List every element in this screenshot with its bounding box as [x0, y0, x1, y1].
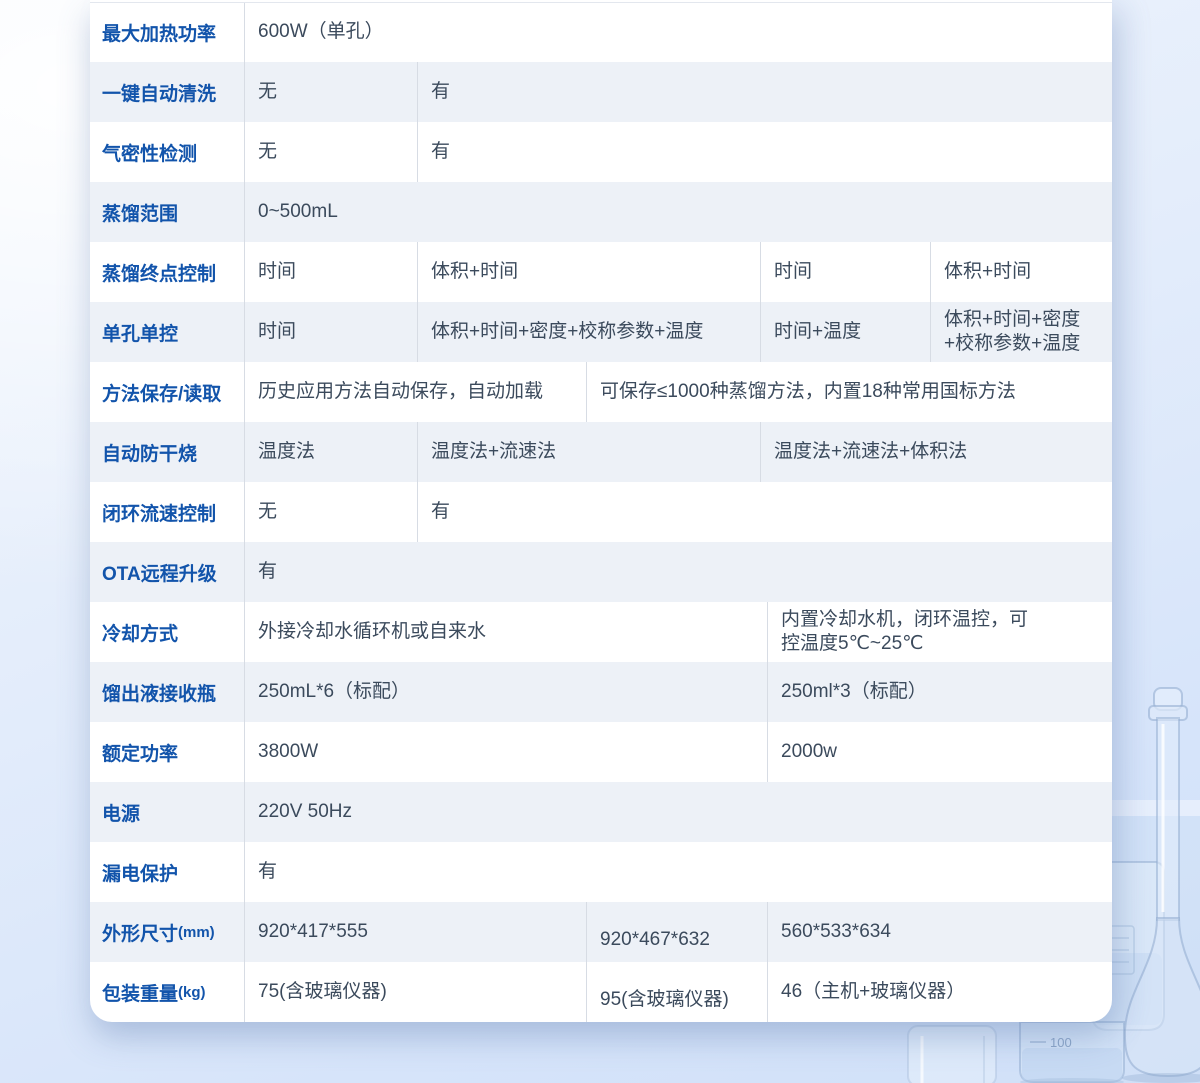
spec-value: 时间 [244, 302, 417, 362]
spec-value: 时间 [760, 242, 930, 302]
spec-value: 920*467*632 [586, 902, 767, 962]
spec-value: 3800W [244, 722, 767, 782]
spec-row-dimensions: 外形尺寸(mm) 920*417*555 920*467*632 560*533… [90, 902, 1112, 962]
spec-row-package-weight: 包装重量(kg) 75(含玻璃仪器) 95(含玻璃仪器) 46（主机+玻璃仪器） [90, 962, 1112, 1022]
spec-label: 闭环流速控制 [90, 482, 244, 542]
spec-value: 920*417*555 [244, 902, 586, 962]
spec-row-airtightness-test: 气密性检测 无 有 [90, 122, 1112, 182]
spec-label: 包装重量(kg) [90, 962, 244, 1022]
spec-row-leakage-protection: 漏电保护 有 [90, 842, 1112, 902]
spec-row-auto-clean: 一键自动清洗 无 有 [90, 62, 1112, 122]
volumetric-flask-illustration [1122, 688, 1200, 1083]
spec-label: 一键自动清洗 [90, 62, 244, 122]
spec-row-method-save-load: 方法保存/读取 历史应用方法自动保存，自动加载 可保存≤1000种蒸馏方法，内置… [90, 362, 1112, 422]
spec-value: 600W（单孔） [244, 3, 1112, 62]
backdrop-surface-shade [1108, 816, 1200, 1083]
spec-value: 46（主机+玻璃仪器） [767, 962, 1112, 1022]
spec-label: 电源 [90, 782, 244, 842]
spec-table: 最大加热功率 600W（单孔） 一键自动清洗 无 有 气密性检测 无 有 蒸馏范… [90, 0, 1112, 1022]
spec-row-dry-burn-protection: 自动防干烧 温度法 温度法+流速法 温度法+流速法+体积法 [90, 422, 1112, 482]
spec-row-rated-power: 额定功率 3800W 2000w [90, 722, 1112, 782]
spec-value: 75(含玻璃仪器) [244, 962, 586, 1022]
reagent-bottle-illustration [908, 1026, 996, 1083]
product-spec-page: 100 最大加热功率 600W（单孔） 一键自动清洗 无 有 气密性检测 无 有… [0, 0, 1200, 1083]
spec-row-endpoint-control: 蒸馏终点控制 时间 体积+时间 时间 体积+时间 [90, 242, 1112, 302]
spec-value: 体积+时间 [930, 242, 1112, 302]
spec-value: 可保存≤1000种蒸馏方法，内置18种常用国标方法 [586, 362, 1112, 422]
spec-row-single-hole-control: 单孔单控 时间 体积+时间+密度+校称参数+温度 时间+温度 体积+时间+密度 … [90, 302, 1112, 362]
spec-label: 最大加热功率 [90, 3, 244, 62]
spec-value: 有 [417, 122, 1112, 182]
spec-value: 无 [244, 122, 417, 182]
spec-label: 冷却方式 [90, 602, 244, 662]
spec-row-closed-loop-flow: 闭环流速控制 无 有 [90, 482, 1112, 542]
spec-value: 560*533*634 [767, 902, 1112, 962]
spec-label: 外形尺寸(mm) [90, 902, 244, 962]
spec-value: 内置冷却水机，闭环温控，可 控温度5℃~25℃ [767, 602, 1112, 662]
spec-value: 有 [244, 542, 1112, 602]
spec-label: OTA远程升级 [90, 542, 244, 602]
spec-value: 有 [417, 482, 1112, 542]
spec-label: 方法保存/读取 [90, 362, 244, 422]
spec-row-receiving-bottle: 馏出液接收瓶 250mL*6（标配） 250ml*3（标配） [90, 662, 1112, 722]
spec-value: 有 [417, 62, 1112, 122]
spec-label: 蒸馏终点控制 [90, 242, 244, 302]
spec-value: 0~500mL [244, 182, 1112, 242]
spec-row-cooling-method: 冷却方式 外接冷却水循环机或自来水 内置冷却水机，闭环温控，可 控温度5℃~25… [90, 602, 1112, 662]
spec-value: 220V 50Hz [244, 782, 1112, 842]
spec-label: 单孔单控 [90, 302, 244, 362]
spec-row-power-supply: 电源 220V 50Hz [90, 782, 1112, 842]
spec-value: 95(含玻璃仪器) [586, 962, 767, 1022]
spec-value: 250mL*6（标配） [244, 662, 767, 722]
spec-value: 温度法 [244, 422, 417, 482]
spec-value: 体积+时间+密度+校称参数+温度 [417, 302, 760, 362]
spec-value: 温度法+流速法 [417, 422, 760, 482]
spec-value: 历史应用方法自动保存，自动加载 [244, 362, 586, 422]
spec-value: 无 [244, 62, 417, 122]
spec-row-distillation-range: 蒸馏范围 0~500mL [90, 182, 1112, 242]
spec-value: 时间 [244, 242, 417, 302]
spec-value: 时间+温度 [760, 302, 930, 362]
spec-label: 蒸馏范围 [90, 182, 244, 242]
spec-value: 体积+时间 [417, 242, 760, 302]
spec-row-ota-upgrade: OTA远程升级 有 [90, 542, 1112, 602]
spec-value: 外接冷却水循环机或自来水 [244, 602, 767, 662]
beaker-volume-marking: 100 [1050, 1035, 1072, 1050]
spec-value: 体积+时间+密度 +校称参数+温度 [930, 302, 1112, 362]
spec-value: 2000w [767, 722, 1112, 782]
small-beaker-illustration: 100 [1020, 1022, 1124, 1083]
spec-row-max-heating-power: 最大加热功率 600W（单孔） [90, 2, 1112, 62]
backdrop-surface-line [1108, 800, 1200, 816]
spec-value: 250ml*3（标配） [767, 662, 1112, 722]
spec-label: 漏电保护 [90, 842, 244, 902]
spec-value: 无 [244, 482, 417, 542]
spec-label: 馏出液接收瓶 [90, 662, 244, 722]
spec-label: 气密性检测 [90, 122, 244, 182]
spec-value: 有 [244, 842, 1112, 902]
spec-value: 温度法+流速法+体积法 [760, 422, 1112, 482]
spec-label: 额定功率 [90, 722, 244, 782]
spec-label: 自动防干烧 [90, 422, 244, 482]
